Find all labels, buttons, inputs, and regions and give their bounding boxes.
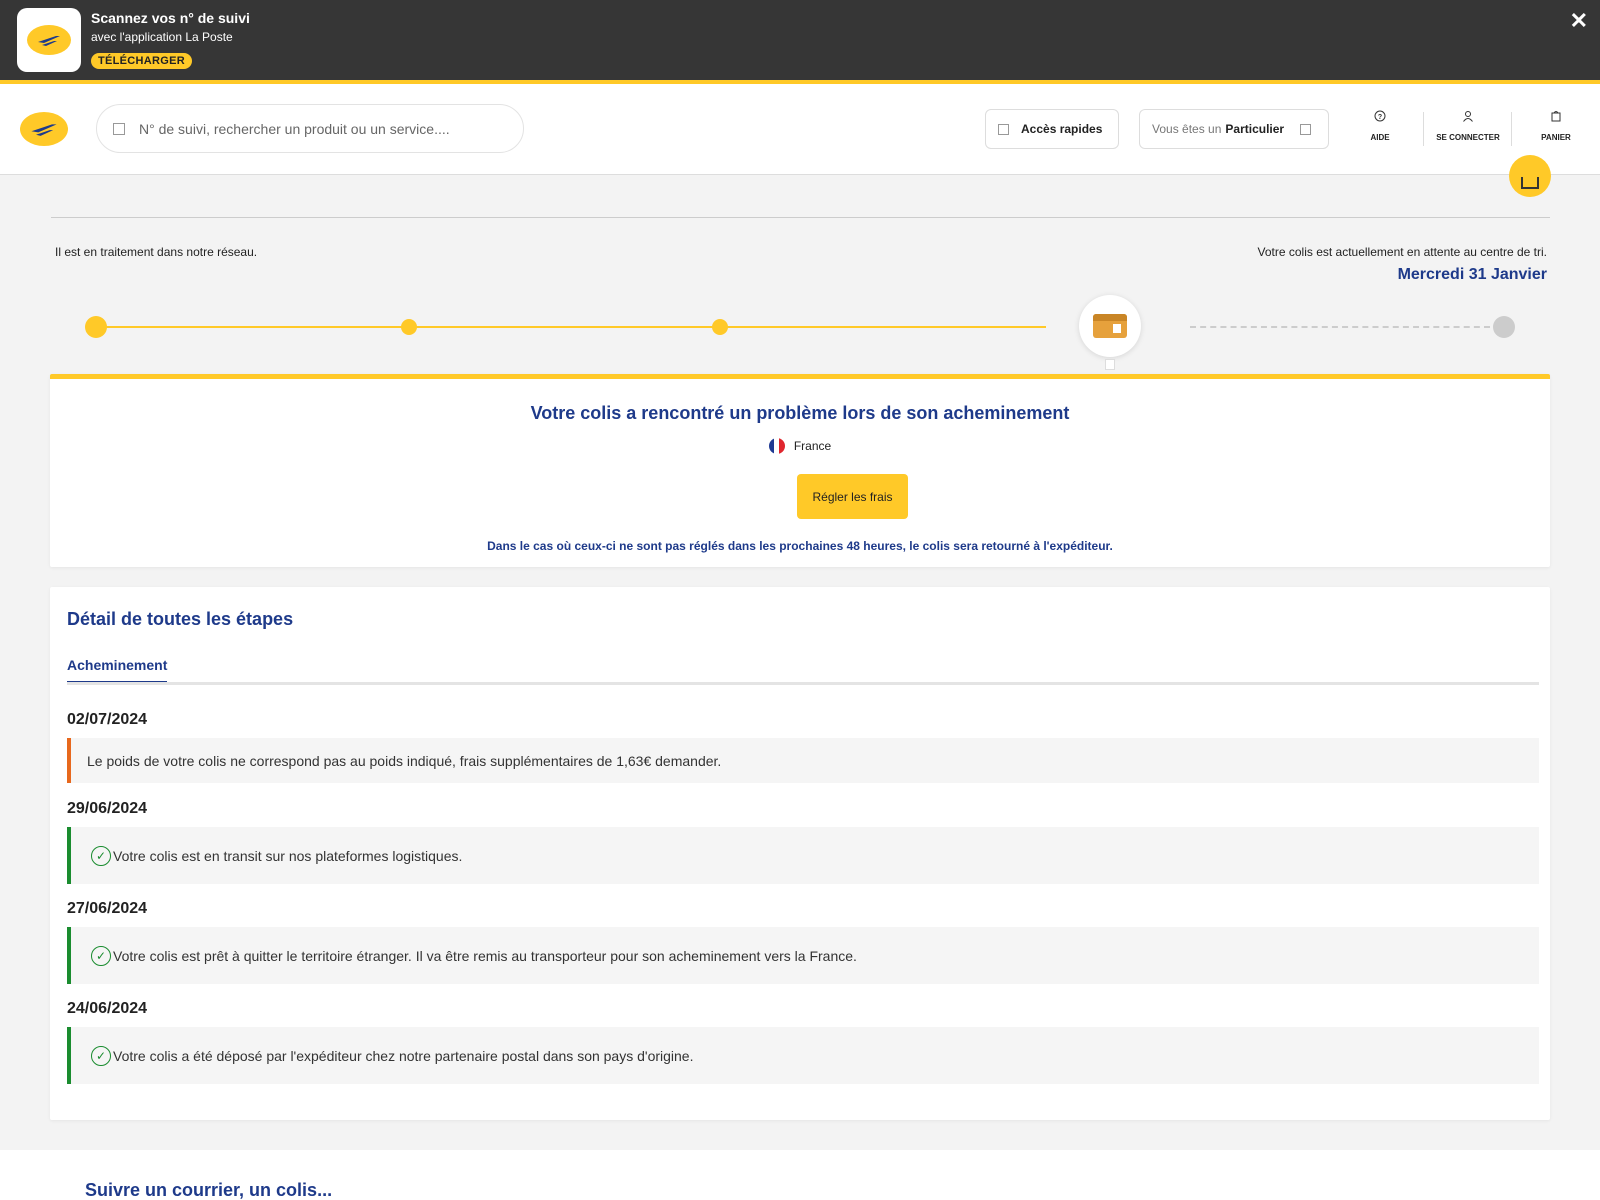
login-label: SE CONNECTER [1436, 133, 1500, 142]
event-date: 27/06/2024 [67, 900, 148, 917]
help-icon: ? [1374, 110, 1386, 125]
event-text: Votre colis a été déposé par l'expéditeu… [113, 1047, 694, 1064]
search-icon [113, 122, 125, 135]
banner-subtitle: avec l'application La Poste [91, 30, 233, 44]
bottom-section: Suivre un courrier, un colis... [0, 1150, 1600, 1200]
user-type-selector[interactable]: Vous êtes un Particulier [1139, 109, 1329, 149]
download-proof-button[interactable] [1509, 155, 1551, 197]
details-title: Détail de toutes les étapes [67, 609, 294, 629]
progress-step-2 [401, 319, 417, 335]
grid-icon [998, 123, 1009, 135]
progress-line-pending [1190, 326, 1490, 328]
la-poste-logo[interactable] [20, 112, 68, 146]
app-download-banner: Scannez vos n° de suivi avec l'applicati… [0, 0, 1600, 80]
user-icon [1462, 110, 1474, 125]
check-circle-icon: ✓ [91, 945, 111, 966]
problem-card: Votre colis a rencontré un problème lors… [50, 374, 1550, 567]
la-poste-logo [27, 25, 71, 55]
check-circle-icon: ✓ [91, 845, 111, 866]
login-button[interactable]: SE CONNECTER [1424, 110, 1512, 150]
progress-step-3 [712, 319, 728, 335]
event-date: 02/07/2024 [67, 711, 148, 728]
help-label: AIDE [1370, 133, 1390, 142]
app-icon[interactable] [17, 8, 81, 72]
problem-country: France [50, 438, 1550, 454]
bottom-section-title: Suivre un courrier, un colis... [85, 1180, 333, 1200]
event-text: Votre colis est en transit sur nos plate… [113, 847, 463, 864]
help-button[interactable]: ? AIDE [1336, 110, 1424, 150]
progress-step-4-current [1079, 295, 1141, 357]
pay-fees-button[interactable]: Régler les frais [797, 474, 908, 519]
cart-label: PANIER [1541, 133, 1571, 142]
details-card: Détail de toutes les étapes Acheminement… [50, 587, 1550, 1120]
user-type-value: Particulier [1225, 122, 1285, 136]
cart-icon [1550, 110, 1562, 125]
section-divider [51, 217, 1550, 218]
country-label: France [793, 439, 832, 453]
problem-title: Votre colis a rencontré un problème lors… [530, 403, 1070, 423]
step-marker [1105, 359, 1115, 370]
france-flag-icon [768, 438, 785, 454]
problem-note: Dans le cas où ceux-ci ne sont pas réglé… [487, 539, 1113, 553]
tab-divider [67, 682, 1539, 685]
svg-text:?: ? [1378, 114, 1382, 121]
banner-title: Scannez vos n° de suivi [91, 10, 250, 26]
tab-acheminement[interactable]: Acheminement [67, 657, 168, 684]
progress-line-completed [96, 326, 1046, 328]
event-item: ✓ Votre colis est en transit sur nos pla… [67, 827, 1539, 884]
event-item-warning: Le poids de votre colis ne correspond pa… [67, 738, 1539, 783]
event-text: Votre colis est prêt à quitter le territ… [113, 947, 857, 964]
close-icon[interactable]: ✕ [1570, 8, 1588, 34]
search-input[interactable] [139, 120, 499, 137]
parcel-icon [1093, 314, 1127, 338]
download-button[interactable]: TÉLÉCHARGER [91, 53, 193, 69]
check-circle-icon: ✓ [91, 1045, 111, 1066]
status-left-text: Il est en traitement dans notre réseau. [55, 245, 258, 259]
user-type-prefix: Vous êtes un [1152, 122, 1222, 136]
download-icon [1521, 177, 1539, 189]
site-header: Accès rapides Vous êtes un Particulier ?… [0, 84, 1600, 175]
progress-step-5 [1493, 316, 1515, 338]
cart-button[interactable]: PANIER [1512, 110, 1600, 150]
quick-access-label: Accès rapides [1021, 122, 1103, 136]
event-date: 24/06/2024 [67, 1000, 148, 1017]
status-right-text: Votre colis est actuellement en attente … [1257, 245, 1548, 259]
event-date: 29/06/2024 [67, 800, 148, 817]
quick-access-button[interactable]: Accès rapides [985, 109, 1119, 149]
event-item: ✓ Votre colis est prêt à quitter le terr… [67, 927, 1539, 984]
event-text: Le poids de votre colis ne correspond pa… [87, 752, 722, 769]
chevron-down-icon [1300, 123, 1312, 135]
event-item: ✓ Votre colis a été déposé par l'expédit… [67, 1027, 1539, 1084]
progress-step-1 [85, 316, 107, 338]
search-bar[interactable] [96, 104, 524, 153]
status-date: Mercredi 31 Janvier [1397, 266, 1547, 283]
